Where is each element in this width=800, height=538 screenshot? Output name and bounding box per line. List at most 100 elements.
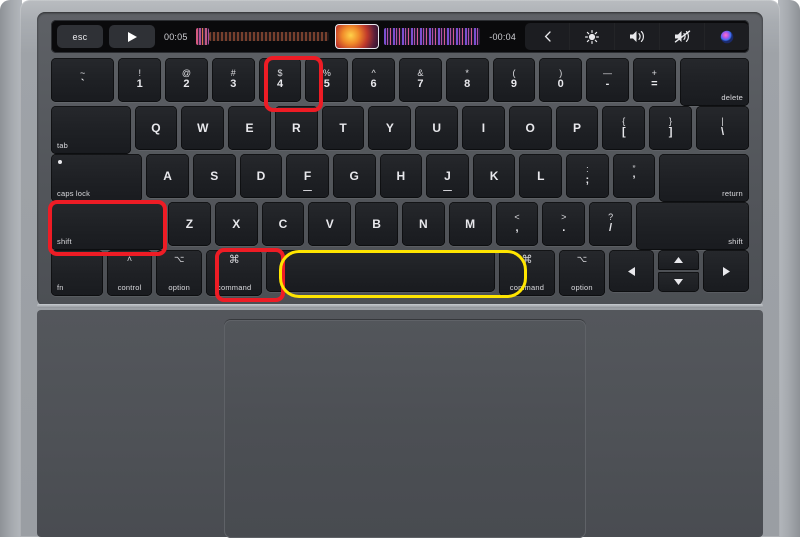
key-8[interactable]: * 8 xyxy=(445,58,489,102)
key-caps-lock-label: caps lock xyxy=(57,189,91,199)
key-a-label: A xyxy=(163,168,172,183)
key-o[interactable]: O xyxy=(508,106,552,150)
key-shift-right-label: shift xyxy=(728,237,743,247)
key-b[interactable]: B xyxy=(355,202,398,246)
key-command-right[interactable]: ⌘ command xyxy=(498,250,556,296)
key-period[interactable]: > . xyxy=(542,202,586,246)
key-8-label: 8 xyxy=(464,78,471,91)
key-7-shift-label: & xyxy=(417,68,424,78)
key-0[interactable]: ) 0 xyxy=(539,58,583,102)
key-quote[interactable]: ” ’ xyxy=(612,154,656,198)
key-shift-left[interactable]: shift xyxy=(51,202,164,250)
key-7[interactable]: & 7 xyxy=(399,58,442,102)
key-f[interactable]: F xyxy=(286,154,329,198)
key-quote-label: ’ xyxy=(632,174,636,187)
touchbar-siri-button[interactable] xyxy=(704,23,749,50)
key-w[interactable]: W xyxy=(181,106,225,150)
touchbar-brightness-button[interactable] xyxy=(569,23,614,50)
laptop-body-right-edge xyxy=(778,0,800,537)
keyboard-row-modifiers: fn ˄ control ⌥ option ⌘ command ⌘ comman… xyxy=(51,250,749,296)
key-5[interactable]: % 5 xyxy=(305,58,349,102)
key-q[interactable]: Q xyxy=(134,106,178,150)
key-2[interactable]: @ 2 xyxy=(165,58,208,102)
touchbar-waveform-left[interactable] xyxy=(195,28,210,45)
touchbar-volume-up-button[interactable] xyxy=(614,23,659,50)
trackpad[interactable] xyxy=(224,320,586,538)
key-arrow-down[interactable] xyxy=(658,272,700,292)
key-bracket-right[interactable]: } ] xyxy=(649,106,692,150)
key-5-label: 5 xyxy=(323,78,330,91)
key-return[interactable]: return xyxy=(659,154,749,202)
key-option-left[interactable]: ⌥ option xyxy=(156,250,203,296)
key-u[interactable]: U xyxy=(415,106,459,150)
key-option-right[interactable]: ⌥ option xyxy=(559,250,605,296)
key-s[interactable]: S xyxy=(192,154,236,198)
arrow-right-icon xyxy=(722,266,730,276)
touchbar-chevron-left-button[interactable] xyxy=(525,23,569,50)
key-4[interactable]: $ 4 xyxy=(258,58,302,102)
key-h[interactable]: H xyxy=(379,154,423,198)
key-k-label: K xyxy=(489,168,499,183)
key-b-label: B xyxy=(372,216,381,231)
key-9[interactable]: ( 9 xyxy=(492,58,536,102)
key-delete[interactable]: delete xyxy=(679,58,749,106)
key-t[interactable]: T xyxy=(321,106,365,150)
key-v[interactable]: V xyxy=(308,202,352,246)
key-6-shift-label: ^ xyxy=(371,68,376,78)
key-bracket-left[interactable]: { [ xyxy=(602,106,646,150)
key-c[interactable]: C xyxy=(261,202,305,246)
key-caps-lock[interactable]: caps lock xyxy=(51,154,143,202)
key-1[interactable]: ! 1 xyxy=(118,58,162,102)
play-icon xyxy=(127,31,137,42)
key-shift-right[interactable]: shift xyxy=(635,202,749,250)
key-j[interactable]: J xyxy=(426,154,469,198)
key-s-label: S xyxy=(210,168,219,183)
homing-bar-icon xyxy=(442,189,452,191)
key-3[interactable]: # 3 xyxy=(211,58,255,102)
key-k[interactable]: K xyxy=(472,154,516,198)
key-fn[interactable]: fn xyxy=(51,250,103,296)
key-y[interactable]: Y xyxy=(368,106,412,150)
key-n[interactable]: N xyxy=(401,202,445,246)
arrow-left-icon xyxy=(628,266,636,276)
key-command-left[interactable]: ⌘ command xyxy=(206,250,263,296)
key-minus[interactable]: — - xyxy=(586,58,629,102)
touchbar-mute-button[interactable] xyxy=(659,23,704,50)
key-arrow-right[interactable] xyxy=(703,250,749,292)
key-e[interactable]: E xyxy=(228,106,271,150)
key-x[interactable]: X xyxy=(214,202,258,246)
key-g[interactable]: G xyxy=(332,154,376,198)
key-6[interactable]: ^ 6 xyxy=(352,58,395,102)
touchbar-artwork-thumbnail[interactable] xyxy=(335,24,380,49)
key-r[interactable]: R xyxy=(274,106,318,150)
touchbar-waveform-right[interactable] xyxy=(384,28,481,45)
key-grave[interactable]: ~ ` xyxy=(51,58,115,102)
key-arrow-up[interactable] xyxy=(658,250,700,270)
key-l[interactable]: L xyxy=(519,154,563,198)
key-space[interactable] xyxy=(266,250,495,292)
touch-bar[interactable]: esc 00:05 -00:04 xyxy=(51,20,749,53)
key-control-left[interactable]: ˄ control xyxy=(106,250,153,296)
key-tab[interactable]: tab xyxy=(51,106,131,154)
arrow-down-icon xyxy=(674,279,684,285)
touchbar-play-button[interactable] xyxy=(109,25,155,48)
key-2-label: 2 xyxy=(183,78,190,91)
key-backslash[interactable]: | \ xyxy=(695,106,749,150)
key-bracket-right-shift-label: } xyxy=(669,116,673,126)
key-equal[interactable]: + = xyxy=(632,58,676,102)
touchbar-esc-button[interactable]: esc xyxy=(57,25,103,48)
touchbar-waveform-tail[interactable] xyxy=(209,32,330,41)
key-a[interactable]: A xyxy=(146,154,189,198)
key-arrow-left[interactable] xyxy=(608,250,655,292)
key-minus-label: - xyxy=(605,78,610,91)
key-i[interactable]: I xyxy=(462,106,505,150)
key-backslash-shift-label: | xyxy=(721,116,724,126)
key-comma[interactable]: < , xyxy=(495,202,539,246)
key-d[interactable]: D xyxy=(239,154,283,198)
key-m[interactable]: M xyxy=(448,202,492,246)
key-slash[interactable]: ? / xyxy=(589,202,632,246)
key-semicolon[interactable]: : ; xyxy=(566,154,609,198)
key-p[interactable]: P xyxy=(555,106,599,150)
key-z[interactable]: Z xyxy=(168,202,211,246)
control-caret-icon: ˄ xyxy=(126,254,133,264)
